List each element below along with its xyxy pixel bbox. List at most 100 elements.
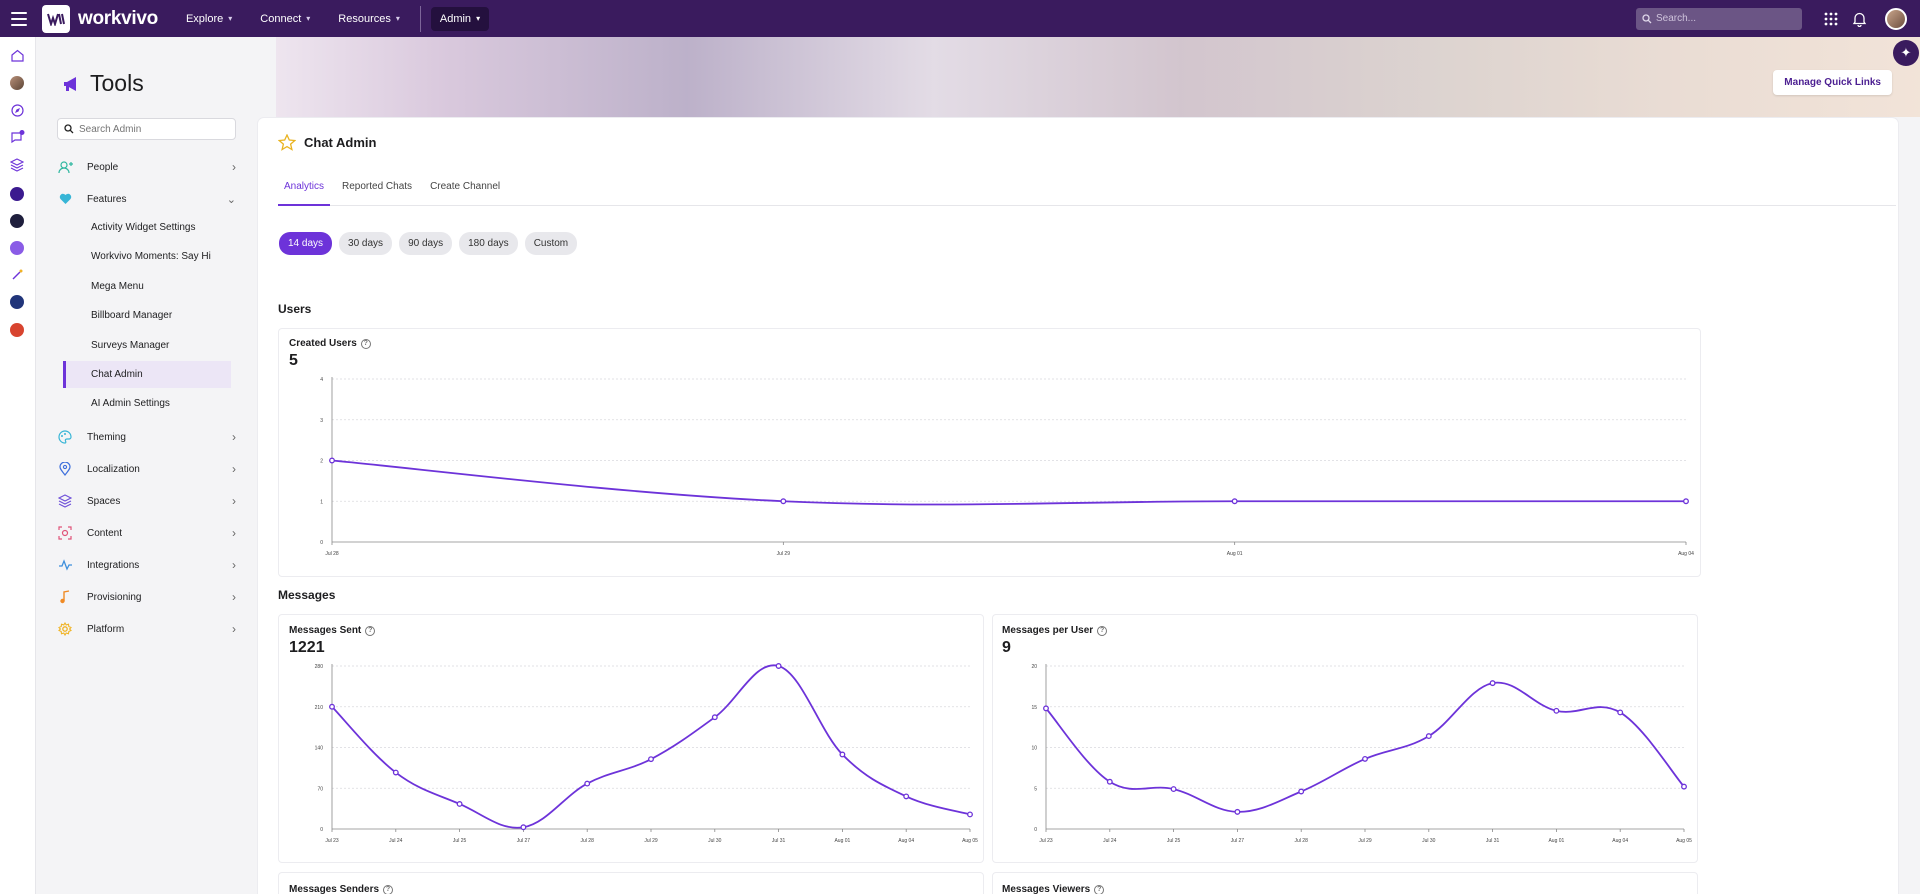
workvivo-logo-icon[interactable] <box>42 4 70 33</box>
sidebar-item-localization[interactable]: Localization › <box>57 459 236 479</box>
x-tick-label: Jul 27 <box>517 838 531 844</box>
range-180-days[interactable]: 180 days <box>459 232 518 255</box>
range-14-days[interactable]: 14 days <box>279 232 333 255</box>
star-icon[interactable] <box>278 134 296 151</box>
created-users-chart: 0 1 2 3 4 Jul 28 Jul 29 Aug 01 Aug 04 <box>320 377 1694 557</box>
data-point <box>584 780 591 787</box>
range-30-days[interactable]: 30 days <box>339 232 393 255</box>
sidebar-subitem-ai-admin-settings[interactable]: AI Admin Settings <box>63 390 231 417</box>
x-tick-label: Jul 23 <box>325 838 339 844</box>
chevron-right-icon: › <box>232 590 236 604</box>
ai-sparkle-button[interactable]: ✦ <box>1893 40 1919 66</box>
admin-label: Admin <box>439 12 472 25</box>
manage-quick-links-button[interactable]: Manage Quick Links <box>1773 70 1892 95</box>
space-badge-icon[interactable] <box>10 187 24 201</box>
space-badge-icon[interactable] <box>10 241 24 255</box>
wordpress-icon[interactable] <box>10 295 24 309</box>
y-tick-label: 0 <box>320 827 323 833</box>
sidebar-subitem-activity-widget-settings[interactable]: Activity Widget Settings <box>63 214 231 241</box>
nav-explore[interactable]: Explore ▾ <box>186 13 232 25</box>
apps-grid-icon[interactable] <box>1824 12 1838 26</box>
tools-wand-icon[interactable] <box>11 268 24 281</box>
sidebar-subitem-mega-menu[interactable]: Mega Menu <box>63 273 231 300</box>
sidebar-item-label: Theming <box>87 431 126 443</box>
x-tick-label: Aug 04 <box>1612 838 1628 844</box>
chevron-right-icon: › <box>232 430 236 444</box>
x-tick-label: Jul 28 <box>581 838 595 844</box>
x-tick-label: Aug 05 <box>1676 838 1692 844</box>
y-tick-label: 0 <box>1034 827 1037 833</box>
space-badge-icon[interactable] <box>10 214 24 228</box>
sidebar-subitem-billboard-manager[interactable]: Billboard Manager <box>63 302 231 329</box>
range-custom[interactable]: Custom <box>524 232 578 255</box>
chevron-down-icon: ▾ <box>306 14 311 23</box>
brand-name[interactable]: workvivo <box>78 8 158 30</box>
page-header: Chat Admin <box>278 134 376 151</box>
x-tick-label: Aug 04 <box>1678 551 1694 557</box>
sidebar-subitem-chat-admin[interactable]: Chat Admin <box>63 361 231 388</box>
data-point <box>1553 707 1560 714</box>
chevron-right-icon: › <box>232 526 236 540</box>
explore-compass-icon[interactable] <box>11 104 24 117</box>
data-point <box>329 457 335 464</box>
chat-icon[interactable] <box>10 130 25 144</box>
help-icon[interactable]: ? <box>383 884 394 894</box>
sidebar-subitem-surveys-manager[interactable]: Surveys Manager <box>63 332 231 359</box>
sidebar-subitem-workvivo-moments[interactable]: Workvivo Moments: Say Hi <box>63 243 231 270</box>
y-tick-label: 5 <box>1034 786 1037 792</box>
data-point <box>967 811 973 818</box>
data-point <box>839 751 846 758</box>
profile-avatar-icon[interactable] <box>10 76 24 90</box>
y-tick-label: 10 <box>1031 746 1037 752</box>
x-tick-label: Aug 01 <box>1227 551 1243 557</box>
sidebar-item-platform[interactable]: Platform › <box>57 619 236 639</box>
admin-menu-button[interactable]: Admin ▾ <box>430 6 490 31</box>
sidebar-item-theming[interactable]: Theming › <box>57 427 236 447</box>
nav-connect-label: Connect <box>260 12 302 25</box>
content-icon <box>57 525 73 541</box>
user-avatar[interactable] <box>1885 7 1907 30</box>
x-tick-label: Jul 31 <box>772 838 786 844</box>
sidebar-item-content[interactable]: Content › <box>57 523 236 543</box>
y-tick-label: 3 <box>320 418 323 424</box>
nav-resources[interactable]: Resources ▾ <box>338 13 400 25</box>
series-line <box>331 664 971 829</box>
tab-create-channel[interactable]: Create Channel <box>424 176 506 206</box>
data-point <box>1234 808 1241 815</box>
spaces-layers-icon[interactable] <box>10 158 24 172</box>
search-admin-input[interactable] <box>79 123 229 135</box>
global-search-input[interactable]: Search... <box>1636 7 1802 30</box>
location-pin-icon <box>57 461 73 477</box>
tab-analytics[interactable]: Analytics <box>278 176 331 206</box>
chevron-right-icon: › <box>232 494 236 508</box>
data-point <box>903 793 910 800</box>
messages-section-heading: Messages <box>278 588 336 602</box>
x-tick-label: Aug 01 <box>834 838 850 844</box>
data-point <box>1489 680 1496 687</box>
sidebar-item-provisioning[interactable]: Provisioning › <box>57 587 236 607</box>
data-point <box>520 824 527 831</box>
x-tick-label: Jul 29 <box>644 838 658 844</box>
x-tick-label: Jul 27 <box>1231 838 1245 844</box>
chevron-down-icon: ▾ <box>228 14 233 23</box>
sidebar-item-features[interactable]: Features ⌄ <box>57 189 236 209</box>
bell-icon[interactable] <box>1852 11 1867 27</box>
x-tick-label: Jul 24 <box>1103 838 1117 844</box>
sidebar-subitem-label: Mega Menu <box>91 281 144 292</box>
sidebar-item-integrations[interactable]: Integrations › <box>57 555 236 575</box>
pulse-icon <box>57 557 73 573</box>
nav-connect[interactable]: Connect ▾ <box>260 13 310 25</box>
add-user-icon <box>57 159 73 175</box>
sidebar-item-people[interactable]: People › <box>57 157 236 177</box>
tab-reported-chats[interactable]: Reported Chats <box>336 176 418 206</box>
hamburger-menu-icon[interactable] <box>1 0 37 37</box>
space-badge-icon[interactable] <box>10 323 24 337</box>
x-tick-label: Jul 31 <box>1486 838 1500 844</box>
range-90-days[interactable]: 90 days <box>399 232 453 255</box>
search-admin-field[interactable] <box>57 118 236 140</box>
home-icon[interactable] <box>11 49 24 62</box>
data-point <box>1683 498 1689 505</box>
help-icon[interactable]: ? <box>1094 884 1105 894</box>
sidebar-item-spaces[interactable]: Spaces › <box>57 491 236 511</box>
music-note-icon <box>57 589 73 605</box>
